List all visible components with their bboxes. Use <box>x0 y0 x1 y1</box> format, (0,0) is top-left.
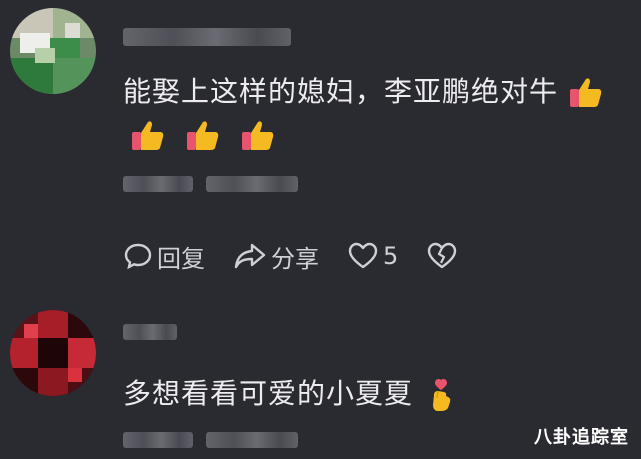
comment-bubble-icon <box>124 243 152 270</box>
avatar[interactable] <box>10 310 96 396</box>
timestamp-blurred <box>123 176 193 192</box>
reply-label: 回复 <box>157 244 205 273</box>
avatar-image <box>10 8 96 94</box>
broken-heart-icon <box>428 242 457 269</box>
thumbs-up-icon <box>130 118 166 154</box>
watermark: 八卦追踪室 <box>534 427 629 448</box>
share-button[interactable]: 分享 <box>233 239 319 274</box>
username-blurred[interactable] <box>123 324 177 340</box>
thumbs-up-icon <box>568 75 604 111</box>
thumbs-up-icon <box>240 118 276 154</box>
timestamp-blurred <box>123 432 193 448</box>
location-blurred <box>206 176 298 192</box>
thumbs-up-icon <box>185 118 221 154</box>
comment-text-content: 能娶上这样的媳妇，李亚鹏绝对牛 <box>123 75 559 108</box>
comment-text: 多想看看可爱的小夏夏 <box>123 376 459 413</box>
avatar-image <box>10 310 96 396</box>
like-count: 5 <box>383 242 399 270</box>
reply-button[interactable]: 回复 <box>123 239 205 274</box>
dislike-button[interactable] <box>426 241 462 271</box>
like-button[interactable]: 5 <box>347 241 398 271</box>
heart-icon <box>348 242 378 269</box>
share-label: 分享 <box>271 244 319 273</box>
location-blurred <box>206 432 298 448</box>
share-arrow-icon <box>234 243 266 269</box>
username-blurred[interactable] <box>123 28 291 46</box>
emoji-row <box>130 118 276 154</box>
avatar[interactable] <box>10 8 96 94</box>
comment-text: 能娶上这样的媳妇，李亚鹏绝对牛 <box>123 74 604 111</box>
comment-text-content: 多想看看可爱的小夏夏 <box>123 377 414 410</box>
comment-actions: 回复 分享 5 <box>123 236 490 276</box>
finger-heart-icon <box>423 377 459 413</box>
